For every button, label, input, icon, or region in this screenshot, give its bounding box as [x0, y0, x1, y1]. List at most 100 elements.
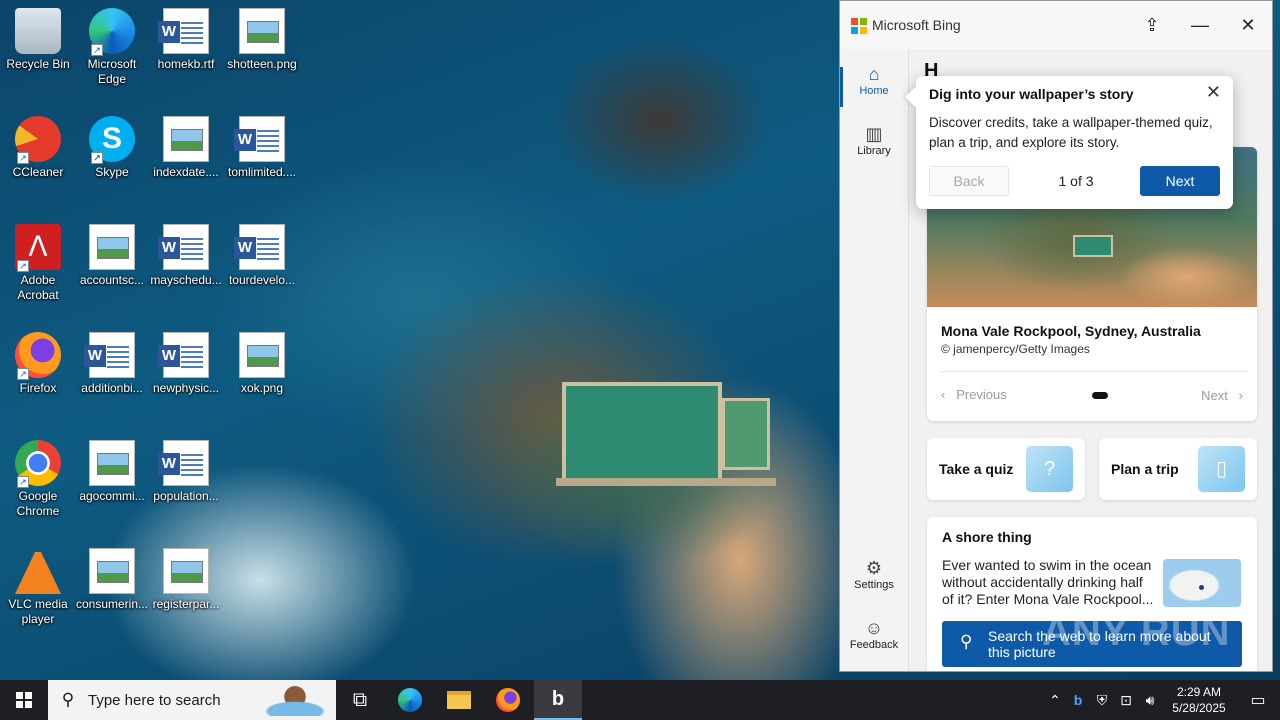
desktop-icon-agocommi[interactable]: agocommi...	[74, 432, 150, 504]
taskbar-file-explorer[interactable]	[435, 680, 483, 720]
desktop-icon-label: homekb.rtf	[157, 57, 215, 71]
plan-trip-label: Plan a trip	[1111, 461, 1179, 477]
taskbar-search-box[interactable]: ⚲ Type here to search	[48, 680, 336, 720]
desktop-icon-xok[interactable]: xok.png	[224, 324, 300, 396]
desktop-icon-homekb[interactable]: homekb.rtf	[148, 0, 224, 72]
minimize-icon: —	[1191, 14, 1209, 35]
desktop-icon-population[interactable]: population...	[148, 432, 224, 504]
image-file-icon	[89, 224, 135, 270]
desktop-icon-shotteen[interactable]: shotteen.png	[224, 0, 300, 72]
nav-home[interactable]: ⌂ Home	[840, 63, 908, 107]
word-doc-icon	[234, 116, 285, 162]
desktop-icon-vlc[interactable]: VLC media player	[0, 540, 76, 627]
acrobat-icon: ᐱ ↗	[15, 224, 61, 272]
desktop-icon-skype[interactable]: S ↗ Skype	[74, 108, 150, 180]
desktop-icon-firefox[interactable]: ↗ Firefox	[0, 324, 76, 396]
desktop-icon-tomlimited[interactable]: tomlimited....	[224, 108, 300, 180]
carousel-indicator	[1092, 392, 1108, 399]
luggage-icon: ▯	[1198, 446, 1245, 492]
desktop-icon-accountsc[interactable]: accountsc...	[74, 216, 150, 288]
desktop-icon-label: Skype	[95, 165, 129, 179]
story-body: Ever wanted to swim in the ocean without…	[942, 557, 1154, 607]
tip-body: Discover credits, take a wallpaper-theme…	[929, 115, 1213, 150]
desktop-icon-label: Adobe Acrobat	[17, 273, 59, 302]
clock-time: 2:29 AM	[1176, 685, 1222, 699]
desktop-icon-label: indexdate....	[153, 165, 219, 179]
word-doc-icon	[158, 332, 209, 378]
search-icon: ⚲	[960, 632, 973, 651]
desktop-icon-label: Firefox	[19, 381, 57, 395]
bing-tray-icon[interactable]: b	[1066, 692, 1090, 708]
taskbar-firefox[interactable]	[484, 680, 532, 720]
desktop-icon-acrobat[interactable]: ᐱ ↗ Adobe Acrobat	[0, 216, 76, 303]
take-quiz-tile[interactable]: Take a quiz ?	[927, 438, 1085, 500]
network-icon[interactable]: ⊡	[1114, 692, 1138, 709]
search-highlight-icon	[260, 684, 330, 716]
desktop-icon-mayschedu[interactable]: mayschedu...	[148, 216, 224, 288]
next-wallpaper-button[interactable]: Next ›	[1201, 388, 1243, 403]
plan-trip-tile[interactable]: Plan a trip ▯	[1099, 438, 1257, 500]
desktop-icon-ccleaner[interactable]: ↗ CCleaner	[0, 108, 76, 180]
image-file-icon	[239, 332, 285, 378]
taskbar-bing[interactable]: b	[534, 680, 582, 720]
teaching-tip: Dig into your wallpaper’s story ✕ Discov…	[916, 76, 1233, 209]
desktop-icon-consumerin[interactable]: consumerin...	[74, 540, 150, 612]
previous-wallpaper-button[interactable]: ‹ Previous	[941, 387, 1007, 402]
desktop-icon-label: Recycle Bin	[6, 57, 70, 71]
ccleaner-icon: ↗	[15, 116, 61, 164]
edge-icon	[398, 688, 422, 712]
tip-step-counter: 1 of 3	[1058, 173, 1094, 189]
desktop-icon-newphysic[interactable]: newphysic...	[148, 324, 224, 396]
tip-back-button[interactable]: Back	[929, 166, 1009, 196]
close-button[interactable]: ✕	[1224, 1, 1272, 49]
nav-settings-label: Settings	[854, 579, 894, 591]
desktop-icon-chrome[interactable]: ↗ Google Chrome	[0, 432, 76, 519]
chrome-icon: ↗	[15, 440, 61, 488]
vlc-icon	[15, 548, 61, 594]
desktop-icon-recycle-bin[interactable]: Recycle Bin	[0, 0, 76, 72]
image-file-icon	[239, 8, 285, 54]
desktop-icon-additionbi[interactable]: additionbi...	[74, 324, 150, 396]
taskbar-edge[interactable]	[386, 680, 434, 720]
desktop-icon-indexdate[interactable]: indexdate....	[148, 108, 224, 180]
feedback-icon: ☺	[864, 618, 884, 638]
share-button[interactable]: ⇪	[1128, 1, 1176, 49]
wallpaper-title: Mona Vale Rockpool, Sydney, Australia	[941, 323, 1201, 339]
story-title: A shore thing	[942, 529, 1032, 545]
desktop-icon-label: population...	[153, 489, 219, 503]
app-title: Microsoft Bing	[872, 17, 961, 33]
edge-icon: ↗	[89, 8, 135, 56]
desktop-icon-label: consumerin...	[75, 597, 149, 611]
word-doc-icon	[158, 8, 209, 54]
minimize-button[interactable]: —	[1176, 1, 1224, 49]
wallpaper-credit: © jamenpercy/Getty Images	[941, 342, 1090, 356]
desktop-icon-tourdevelo[interactable]: tourdevelo...	[224, 216, 300, 288]
notifications-button[interactable]: ▭	[1236, 680, 1280, 720]
close-icon: ✕	[1205, 82, 1221, 102]
search-placeholder: Type here to search	[88, 691, 221, 709]
word-doc-icon	[234, 224, 285, 270]
desktop-icon-label: accountsc...	[79, 273, 145, 287]
map-thumbnail[interactable]	[1163, 559, 1241, 607]
task-view-button[interactable]: ⧉	[336, 680, 384, 720]
start-button[interactable]	[0, 680, 48, 720]
skype-icon: S ↗	[89, 116, 135, 164]
take-quiz-label: Take a quiz	[939, 461, 1014, 477]
close-icon: ✕	[1240, 14, 1256, 35]
nav-settings[interactable]: ⚙ Settings	[840, 557, 908, 591]
desktop-icon-registerpar[interactable]: registerpar...	[148, 540, 224, 612]
desktop-icon-edge[interactable]: ↗ Microsoft Edge	[74, 0, 150, 87]
nav-library[interactable]: ▥ Library	[840, 123, 908, 157]
desktop-icon-label: tourdevelo...	[228, 273, 296, 287]
tip-close-button[interactable]: ✕	[1206, 82, 1221, 103]
nav-feedback[interactable]: ☺ Feedback	[840, 617, 908, 651]
show-hidden-icons-button[interactable]: ⌃	[1044, 692, 1066, 709]
desktop-icon-label: additionbi...	[81, 381, 143, 395]
volume-icon[interactable]: 🔊︎	[1138, 692, 1162, 709]
desktop-icon-label: xok.png	[240, 381, 284, 395]
previous-label: Previous	[956, 387, 1007, 402]
title-bar[interactable]: Microsoft Bing ⇪ — ✕	[840, 1, 1272, 49]
defender-icon[interactable]: ⛨	[1090, 692, 1114, 709]
tip-next-button[interactable]: Next	[1140, 166, 1220, 196]
clock[interactable]: 2:29 AM 5/28/2025	[1162, 684, 1236, 716]
